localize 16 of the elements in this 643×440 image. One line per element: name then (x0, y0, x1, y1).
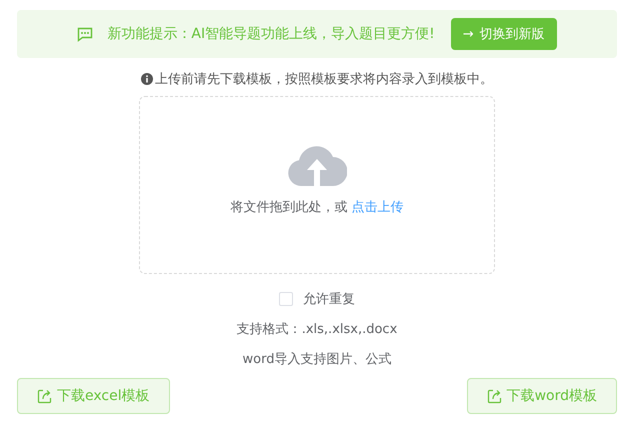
notice-text: 上传前请先下载模板，按照模板要求将内容录入到模板中。 (155, 71, 493, 88)
message-icon (77, 26, 94, 42)
checkbox-label[interactable]: 允许重复 (303, 290, 355, 308)
upload-drop-zone[interactable]: 将文件拖到此处，或 点击上传 (139, 96, 495, 274)
download-button[interactable]: 下载word模板 (466, 378, 617, 414)
checkbox[interactable] (279, 292, 293, 306)
banner-text: 新功能提示：AI智能导题功能上线，导入题目更方便! (107, 25, 435, 43)
download-button[interactable]: 下载excel模板 (17, 378, 170, 414)
export-icon (37, 388, 52, 404)
upload-link[interactable]: 点击上传 (352, 200, 404, 214)
drop-hint: 将文件拖到此处，或 点击上传 (230, 198, 404, 216)
format-note: 支持格式：.xls,.xlsx,.docx (236, 321, 398, 338)
export-icon (486, 388, 502, 404)
info-icon (141, 73, 153, 85)
switch-button[interactable]: → 切换到新版 (450, 18, 557, 50)
word-note: word导入支持图片、公式 (242, 351, 392, 368)
